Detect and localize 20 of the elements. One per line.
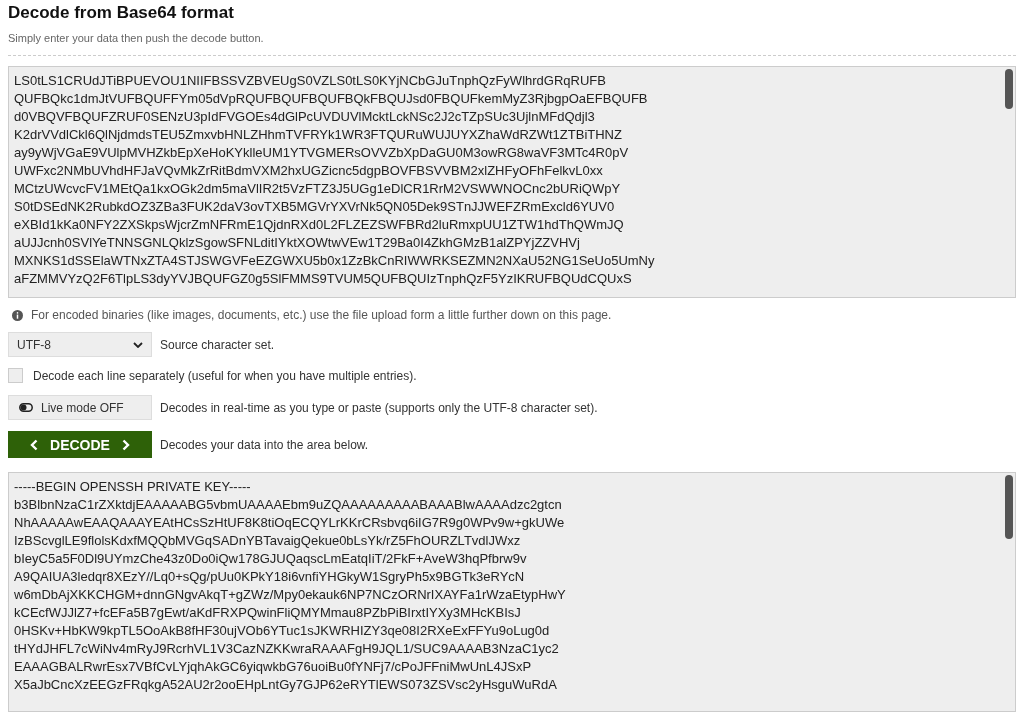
scrollbar-thumb[interactable] (1005, 475, 1013, 539)
decode-description: Decodes your data into the area below. (160, 437, 369, 452)
chevron-left-icon (30, 438, 39, 451)
line-separately-checkbox[interactable] (8, 368, 23, 383)
decoded-output-field[interactable]: -----BEGIN OPENSSH PRIVATE KEY----- b3BlbnNzaC1rZXktdjEAAAAABG5vbmUAAAAEbm9uZQAAAAAAAAABAAABlwAAAAdzc2gtcn NhAAAAAwEAAQAAAYEAtHCsSzHtUF8K8tiOqECQYLrKKrCRsbvq6iIG7R9g0WPv9w+gkUWe IzBScvglLE9flolsKdxfMQQbMVGqSADnYBTavaigQekue0bLsYk/rZ5FhOURZLTvdlJWxz bIeyC5a5F0Dl9UYmzChe43z0Do0iQw178GJUQaqscLmEatqIiT/2FkF+AveW3hqPfbrw9v A9QAIUA3ledqr8XEzY//Lq0+sQg/pUu0KPkY18i6vnfiYHGkyW1SgryPh5x9BGTk3eRYcN w6mDbAjXKKCHGM+dnnGNgvAkqT+gZWz/Mpy0ekauk6NP7NCzORNrIXAYFa1rWzaEtypHwY kCEcfWJJlZ7+fcEFa5B7gEwt/aKdFRXPQwinFliQMYMmau8PZbPiBIrxtIYXy3MHcKBIsJ 0HSKv+HbKW9kpTL5OoAkB8fHF30ujVOb6YTuc1sJKWRHIZY3qe08I2RXeExFFYu9oLug0d tHYdJHFL7cWiNv4mRyJ9RcrhVL1V3CazNZKKwraRAAAFgH9JQL1/SUC9AAAAB3NzaC1yc2 EAAAGBALRwrEsx7VBfCvLYjqhAkGC6yiqwkbG76uoiBu0fYNFj7/cPoJFFniMwUnL4JSxP X5aJbCncXzEEGzFRqkgA52AU2r2ooEHpLntGy7GJP62eRYTlEWS073ZSVsc2yHsguWuRdA (8, 472, 1016, 712)
encoded-input-field[interactable]: LS0tLS1CRUdJTiBPUEVOU1NIIFBSSVZBVEUgS0VZLS0tLS0KYjNCbGJuTnphQzFyWlhrdGRqRUFB QUFBQkc1dmJtVUFBQUFFYm05dVpRQUFBQUFBQUFBQkFBQUJsd0FBQUFkemMyZ3RjbgpOaEFBQUFB d0VBQVFBQUFZRUF0SENzU3pIdFVGOEs4dGlPcUVDUVlMcktLckNSc2J2cTZpSUc3UjlnMFdQdjl3 K2drVVdlCkl6QlNjdmdsTEU5ZmxvbHNLZHhmTVFRYk1WR3FTQURuWUJUYXZhaWdRZWt1ZTBiTHNZ ay9yWjVGaE9VUlpMVHZkbEpXeHoKYklleUM1YTVGMERsOVVZbXpDaGU0M3owRG8waVF3MTc4R0pV UWFxc2NMbUVhdHFJaVQvMkZrRitBdmVXM2hxUGZicnc5dgpBOVFBSVVBM2xlZHFyOFhFelkvL0xx MCtzUWcvcFV1MEtQa1kxOGk2dm5maVlIR2t5VzFTZ3J5UGg1eDlCR1RrM2VSWWNOCnc2bURiQWpY S0tDSEdNK2RubkdOZ3ZBa3FUK2daV3ovTXB5MGVrYXVrNk5QN05Dek9STnJJWEFZRmExcld6YUV0 eXBId1kKa0NFY2ZXSkpsWjcrZmNFRmE1QjdnRXd0L2FLZEZSWFBRd2luRmxpUU1ZTW1hdThQWmJQ aUJJcnh0SVlYeTNNSGNLQklzSgowSFNLditIYktXOWtwVEw1T29Ba0I4ZkhGMzB1alZPYjZZVHVj MXNKS1dSSElaWTNxZTA4STJSWGVFeEZGWXU5b0x1ZzBkCnRIWWRKSEZMN2NXaU52NG1SeUo5UmNy aFZMMVYzQ2F6TlpLS3dyYVJBQUFGZ0g5SlFMMS9TVUM5QUFBQUIzTnphQzF5YzIKRUFBQUdCQUxS (8, 66, 1016, 298)
toggle-icon (19, 403, 33, 412)
checkbox-label: Decode each line separately (useful for when you have multiple entries). (33, 368, 417, 383)
charset-dropdown[interactable]: UTF-8 (8, 332, 152, 357)
page-title: Decode from Base64 format (8, 3, 235, 23)
page-subtitle: Simply enter your data then push the decode button. (8, 32, 265, 45)
info-icon (12, 309, 23, 321)
chevron-right-icon (121, 438, 130, 451)
info-note: For encoded binaries (like images, documents, etc.) use the file upload form a little further down on this page. (31, 308, 612, 322)
charset-label: Source character set. (160, 337, 275, 352)
live-mode-button[interactable]: Live mode OFF (8, 395, 152, 420)
decode-button[interactable]: DECODE (8, 431, 152, 458)
chevron-down-icon (133, 341, 143, 348)
live-mode-description: Decodes in real-time as you type or paste (supports only the UTF-8 character set). (160, 400, 598, 415)
scrollbar-thumb[interactable] (1005, 69, 1013, 109)
